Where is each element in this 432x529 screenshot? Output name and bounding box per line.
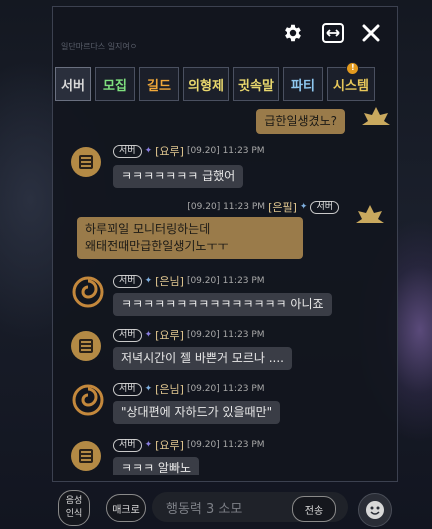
my-message-bubble: 급한일생겼노? xyxy=(256,109,345,134)
expand-horizontal-icon[interactable] xyxy=(321,21,345,45)
timestamp: [09.20] 11:23 PM xyxy=(186,276,265,286)
avatar-icon xyxy=(71,441,101,471)
message-bubble: 저녁시간이 젤 바쁜거 모르나 .... xyxy=(113,347,292,370)
my-avatar-icon xyxy=(356,205,384,223)
tab-brotherhood[interactable]: 의형제 xyxy=(183,67,229,101)
server-badge: 서버 xyxy=(113,382,142,396)
message-meta: 서버 ✦ [요루] [09.20] 11:23 PM xyxy=(113,143,265,159)
class-icon: ✦ xyxy=(144,146,153,156)
timestamp: [09.20] 11:23 PM xyxy=(186,384,265,394)
voice-recognition-button[interactable]: 음성 인식 xyxy=(58,490,90,526)
sender-name[interactable]: [은필] xyxy=(268,199,297,215)
timestamp: [09.20] 11:23 PM xyxy=(186,330,265,340)
tab-system-label: 시스템 xyxy=(333,78,369,94)
tab-party[interactable]: 파티 xyxy=(283,67,323,101)
sender-name[interactable]: [요루] xyxy=(155,437,184,453)
class-icon: ✦ xyxy=(144,330,153,340)
notification-badge: ! xyxy=(347,63,358,74)
message-list[interactable]: 급한일생겼노? 서버 ✦ [요루] [09.20] 11:23 PM ㅋㅋㅋㅋㅋ… xyxy=(53,103,397,475)
message-bubble: "상대편에 자하드가 있을때만" xyxy=(113,401,281,424)
timestamp: [09.20] 11:23 PM xyxy=(187,202,266,212)
timestamp: [09.20] 11:23 PM xyxy=(186,440,265,450)
sender-name[interactable]: [은님] xyxy=(155,381,184,397)
class-icon: ✦ xyxy=(299,202,308,212)
background-ghost-text: 일단마르다스 일지여ㅇ xyxy=(61,42,138,51)
gear-icon[interactable] xyxy=(281,21,305,45)
chat-input-bar: 음성 인식 매크로 행동력 3 소모 전송 xyxy=(52,488,398,529)
message-meta: 서버 ✦ [요루] [09.20] 11:23 PM xyxy=(113,327,265,343)
tab-guild[interactable]: 길드 xyxy=(139,67,179,101)
tab-server[interactable]: 서버 xyxy=(55,67,91,101)
chat-tabs: 서버 모집 길드 의형제 귓속말 파티 시스템 ! xyxy=(55,63,375,101)
avatar-icon xyxy=(71,331,101,361)
message-bubble: ㅋㅋㅋㅋㅋㅋㅋㅋㅋㅋㅋㅋㅋㅋㅋ 아니죠 xyxy=(113,293,332,316)
server-badge: 서버 xyxy=(113,438,142,452)
message-bubble: ㅋㅋㅋㅋㅋㅋㅋ 급했어 xyxy=(113,165,244,188)
message-meta: 서버 ✦ [은님] [09.20] 11:23 PM xyxy=(113,273,265,289)
voice-label-line2: 인식 xyxy=(65,509,83,519)
my-avatar-icon xyxy=(362,107,390,125)
message-bubble: ㅋㅋㅋ 알빠노 xyxy=(113,457,200,475)
message-meta: 서버 ✦ [은님] [09.20] 11:23 PM xyxy=(113,381,265,397)
close-icon[interactable] xyxy=(359,21,383,45)
my-message-bubble: 하루꾀일 모니터링하는데 왜태전때만급한일생기노ㅜㅜ xyxy=(77,217,303,259)
macro-button[interactable]: 매크로 xyxy=(106,494,146,522)
send-button[interactable]: 전송 xyxy=(292,496,336,522)
chat-panel: 일단마르다스 일지여ㅇ 서버 모집 길드 의형제 귓속말 파티 시스템 ! 급한… xyxy=(52,6,398,482)
message-line: 하루꾀일 모니터링하는데 xyxy=(85,222,211,236)
emoji-icon[interactable] xyxy=(358,493,392,527)
server-badge: 서버 xyxy=(113,274,142,288)
voice-label-line1: 음성 xyxy=(65,496,83,506)
class-icon: ✦ xyxy=(144,384,153,394)
avatar-icon xyxy=(71,147,101,177)
sender-name[interactable]: [요루] xyxy=(155,143,184,159)
tab-whisper[interactable]: 귓속말 xyxy=(233,67,279,101)
sender-name[interactable]: [요루] xyxy=(155,327,184,343)
avatar-icon xyxy=(72,276,104,308)
server-badge: 서버 xyxy=(113,144,142,158)
avatar-icon xyxy=(72,384,104,416)
message-line: 왜태전때만급한일생기노ㅜㅜ xyxy=(85,239,229,253)
server-badge: 서버 xyxy=(113,328,142,342)
message-meta: 서버 ✦ [요루] [09.20] 11:23 PM xyxy=(113,437,265,453)
my-message-meta: [09.20] 11:23 PM [은필] ✦ 서버 xyxy=(187,199,339,215)
timestamp: [09.20] 11:23 PM xyxy=(186,146,265,156)
chat-header: 일단마르다스 일지여ㅇ xyxy=(53,7,397,57)
class-icon: ✦ xyxy=(144,276,153,286)
server-badge: 서버 xyxy=(310,200,339,214)
tab-recruit[interactable]: 모집 xyxy=(95,67,135,101)
class-icon: ✦ xyxy=(144,440,153,450)
sender-name[interactable]: [은님] xyxy=(155,273,184,289)
